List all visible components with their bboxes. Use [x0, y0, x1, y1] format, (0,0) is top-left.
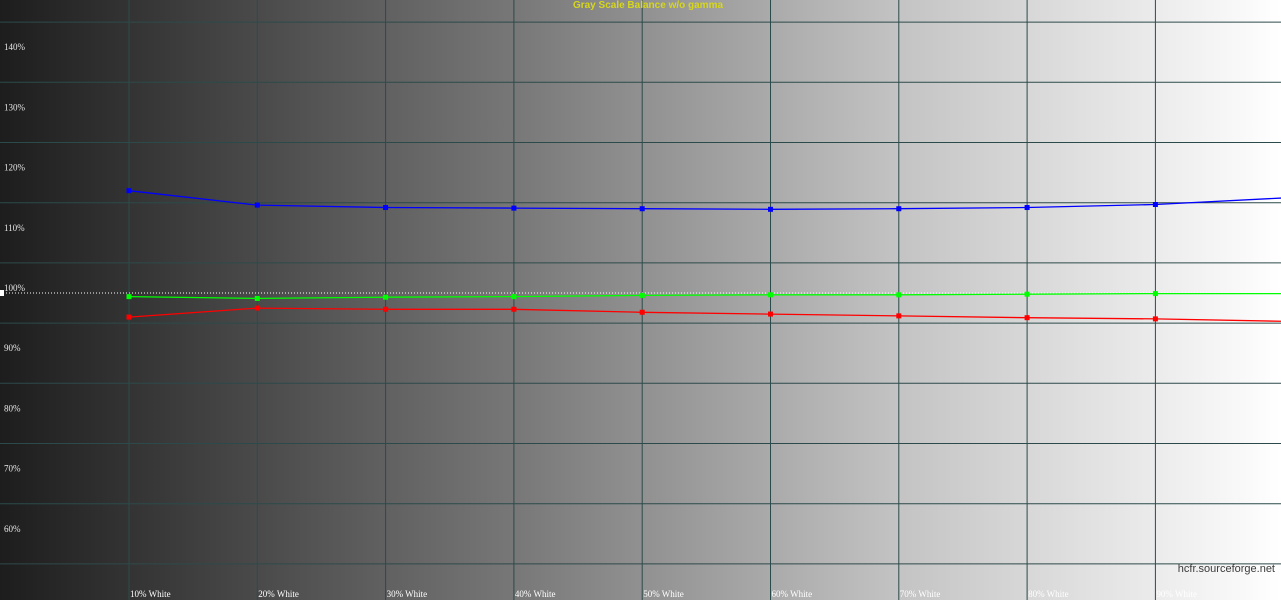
x-tick-label: 10% White — [130, 589, 171, 599]
data-point — [1024, 291, 1030, 297]
y-tick-label: 80% — [4, 403, 21, 413]
y-tick-label: 120% — [4, 163, 26, 173]
x-tick-label: 30% White — [387, 589, 428, 599]
x-tick-label: 70% White — [900, 589, 941, 599]
data-point — [1024, 315, 1030, 321]
data-point — [511, 294, 517, 300]
data-point — [639, 206, 645, 212]
data-point — [1152, 316, 1158, 322]
data-point — [1152, 291, 1158, 297]
data-point — [254, 202, 260, 208]
data-point — [126, 314, 132, 320]
y-tick-label: 100% — [4, 283, 26, 293]
y-tick-label: 90% — [4, 343, 21, 353]
x-axis-ticks: 10% White 20% White 30% White 40% White 50% … — [130, 589, 1197, 599]
watermark: hcfr.sourceforge.net — [1178, 563, 1275, 575]
data-point — [511, 306, 517, 312]
data-point — [254, 305, 260, 311]
chart-title: Gray Scale Balance w/o gamma — [573, 0, 724, 11]
data-point — [511, 205, 517, 211]
data-point — [383, 294, 389, 300]
chart-canvas: 60% 70% 80% 90% 100% 110% 120% 130% 140% 10% Whi… — [0, 0, 1281, 600]
data-point — [126, 294, 132, 300]
y-tick-label: 110% — [4, 223, 25, 233]
data-point — [896, 206, 902, 212]
plot-background — [0, 0, 1281, 600]
data-point — [639, 292, 645, 298]
x-tick-label: 60% White — [772, 589, 813, 599]
x-tick-label: 50% White — [643, 589, 684, 599]
data-point — [126, 188, 132, 194]
data-point — [383, 306, 389, 312]
data-point — [896, 313, 902, 319]
x-tick-label: 90% White — [1156, 589, 1197, 599]
data-point — [383, 205, 389, 211]
x-tick-label: 80% White — [1028, 589, 1069, 599]
data-point — [1152, 202, 1158, 208]
y-tick-label: 70% — [4, 464, 21, 474]
x-tick-label: 40% White — [515, 589, 556, 599]
data-point — [768, 206, 773, 212]
data-point — [254, 295, 260, 301]
grayscale-balance-chart: 60% 70% 80% 90% 100% 110% 120% 130% 140% 10% Whi… — [0, 0, 1281, 600]
data-point — [639, 309, 645, 315]
data-point — [768, 311, 773, 317]
data-point — [1024, 205, 1030, 211]
y-tick-label: 60% — [4, 524, 21, 534]
y-tick-label: 130% — [4, 102, 26, 112]
data-point — [896, 292, 902, 298]
data-point — [768, 292, 773, 298]
y-tick-label: 140% — [4, 42, 26, 52]
x-tick-label: 20% White — [258, 589, 299, 599]
